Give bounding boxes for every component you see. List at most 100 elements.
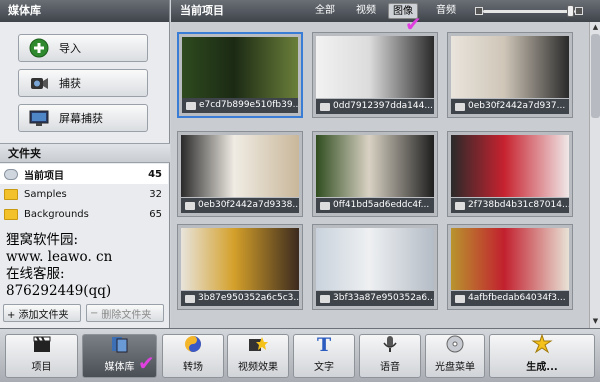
- thumbnail-filename: 0eb30f2442a7d9338...: [198, 200, 299, 210]
- media-grid: e7cd7b899e510fb39... 0dd7912397dda144... 0…: [171, 22, 589, 328]
- folder-item-samples[interactable]: Samples 32: [0, 184, 168, 204]
- thumbnail-caption: 0dd7912397dda144...: [316, 99, 434, 114]
- image-type-icon: [320, 102, 330, 111]
- add-folder-button[interactable]: + 添加文件夹: [3, 304, 81, 322]
- thumbnail-image: [316, 36, 434, 98]
- scroll-thumb[interactable]: [591, 34, 600, 118]
- image-type-icon: [455, 294, 465, 303]
- project-title: 当前项目: [180, 4, 224, 17]
- media-thumbnail[interactable]: 3bf33a87e950352a6...: [312, 224, 438, 310]
- small-size-icon: [475, 7, 483, 15]
- watermark-line: 狸窝软件园:: [6, 232, 79, 248]
- media-thumbnail[interactable]: 2f738bd4b31c87014...: [447, 131, 573, 217]
- media-library-icon: [109, 334, 131, 354]
- thumbnail-filename: 2f738bd4b31c87014...: [468, 200, 569, 210]
- filter-tab-audio[interactable]: 音频: [432, 3, 460, 19]
- folder-icon: [4, 168, 18, 180]
- image-type-icon: [186, 101, 196, 110]
- media-library-panel: 媒体库 导入 捕获 屏幕捕获 文件夹 当前项目 45 Samples 32 Ba…: [0, 0, 170, 328]
- folder-item-backgrounds[interactable]: Backgrounds 65: [0, 204, 168, 224]
- toolbar-button-2[interactable]: 转场: [162, 334, 224, 378]
- toolbar-button-5[interactable]: 语音: [359, 334, 421, 378]
- folder-name: 当前项目: [24, 170, 64, 182]
- capture-button[interactable]: 捕获: [18, 69, 148, 97]
- toolbar-button-label: 文字: [314, 362, 334, 373]
- toolbar-button-3[interactable]: 视频效果: [227, 334, 289, 378]
- disc-menu-icon: [444, 334, 466, 354]
- project-header: 当前项目 全部 视频 图像 音频 ✔: [171, 0, 600, 34]
- delete-folder-button[interactable]: − 删除文件夹: [86, 304, 164, 322]
- thumbnail-caption: 0ff41bd5ad6eddc4f...: [316, 198, 434, 213]
- import-label: 导入: [59, 42, 81, 55]
- folder-count: 45: [148, 168, 162, 180]
- image-type-icon: [320, 201, 330, 210]
- thumbnail-image: [451, 36, 569, 98]
- folder-count: 65: [149, 208, 162, 220]
- media-thumbnail[interactable]: 4afbfbedab64034f3...: [447, 224, 573, 310]
- toolbar-button-label: 项目: [31, 362, 52, 373]
- vertical-scrollbar[interactable]: ▲ ▼: [589, 22, 600, 328]
- watermark-text: 狸窝软件园: www. leawo. cn 在线客服: 876292449(qq…: [6, 232, 112, 300]
- thumbnail-image: [316, 135, 434, 197]
- plus-circle-icon: [29, 38, 49, 58]
- scroll-down-icon[interactable]: ▼: [591, 317, 600, 327]
- folder-count: 32: [149, 188, 162, 200]
- thumbnail-image: [451, 228, 569, 290]
- thumbnail-size-slider[interactable]: [475, 5, 583, 17]
- thumbnail-caption: 3b87e950352a6c5c3...: [181, 291, 299, 306]
- thumbnail-caption: 3bf33a87e950352a6...: [316, 291, 434, 306]
- toolbar-button-label: 转场: [183, 362, 203, 373]
- thumbnail-image: [182, 37, 298, 99]
- import-button[interactable]: 导入: [18, 34, 148, 62]
- toolbar-button-label: 语音: [380, 362, 400, 373]
- thumbnail-filename: e7cd7b899e510fb39...: [199, 100, 298, 110]
- watermark-line: 876292449(qq): [6, 283, 112, 299]
- main-toolbar: 项目 媒体库 转场 视频效果 T 文字 语音 光盘菜单 生成... ✔: [0, 328, 600, 382]
- toolbar-button-label: 媒体库: [104, 362, 135, 373]
- toolbar-button-4[interactable]: T 文字: [293, 334, 355, 378]
- media-thumbnail[interactable]: 0ff41bd5ad6eddc4f...: [312, 131, 438, 217]
- folder-name: Samples: [24, 188, 67, 200]
- thumbnail-caption: 0eb30f2442a7d937...: [451, 99, 569, 114]
- toolbar-button-0[interactable]: 项目: [5, 334, 78, 378]
- generate-icon: [531, 334, 553, 354]
- media-thumbnail[interactable]: 0dd7912397dda144...: [312, 32, 438, 118]
- image-type-icon: [455, 102, 465, 111]
- toolbar-button-7[interactable]: 生成...: [489, 334, 595, 378]
- large-size-icon: [575, 7, 583, 15]
- thumbnail-caption: e7cd7b899e510fb39...: [182, 98, 298, 113]
- panel-title: 媒体库: [0, 0, 169, 22]
- media-thumbnail[interactable]: 3b87e950352a6c5c3...: [177, 224, 303, 310]
- transition-icon: [182, 334, 204, 354]
- folder-name: Backgrounds: [24, 208, 89, 220]
- filter-tab-video[interactable]: 视频: [352, 3, 380, 19]
- folder-item-current-project[interactable]: 当前项目 45: [0, 164, 168, 184]
- delete-folder-label: 删除文件夹: [101, 309, 152, 321]
- toolbar-button-label: 光盘菜单: [435, 362, 475, 373]
- toolbar-button-6[interactable]: 光盘菜单: [425, 334, 485, 378]
- image-type-icon: [320, 294, 330, 303]
- thumbnail-filename: 4afbfbedab64034f3...: [468, 293, 566, 303]
- delete-icon: −: [90, 307, 99, 319]
- thumbnail-image: [181, 135, 299, 197]
- screen-capture-label: 屏幕捕获: [59, 112, 103, 125]
- thumbnail-filename: 0ff41bd5ad6eddc4f...: [333, 200, 430, 210]
- folder-section-title: 文件夹: [0, 143, 170, 163]
- thumbnail-filename: 3bf33a87e950352a6...: [333, 293, 434, 303]
- image-type-icon: [185, 294, 195, 303]
- monitor-icon: [29, 108, 49, 128]
- thumbnail-filename: 0eb30f2442a7d937...: [468, 101, 566, 111]
- slider-track: [483, 10, 575, 13]
- scroll-up-icon[interactable]: ▲: [591, 23, 600, 33]
- thumbnail-filename: 3b87e950352a6c5c3...: [198, 293, 299, 303]
- screen-capture-button[interactable]: 屏幕捕获: [18, 104, 148, 132]
- text-icon: T: [313, 334, 335, 354]
- media-thumbnail[interactable]: e7cd7b899e510fb39...: [177, 32, 303, 118]
- effects-icon: [247, 334, 269, 354]
- filter-tab-all[interactable]: 全部: [311, 3, 339, 19]
- slider-handle[interactable]: [567, 5, 574, 17]
- thumbnail-caption: 4afbfbedab64034f3...: [451, 291, 569, 306]
- toolbar-button-label: 视频效果: [238, 362, 278, 373]
- media-thumbnail[interactable]: 0eb30f2442a7d9338...: [177, 131, 303, 217]
- media-thumbnail[interactable]: 0eb30f2442a7d937...: [447, 32, 573, 118]
